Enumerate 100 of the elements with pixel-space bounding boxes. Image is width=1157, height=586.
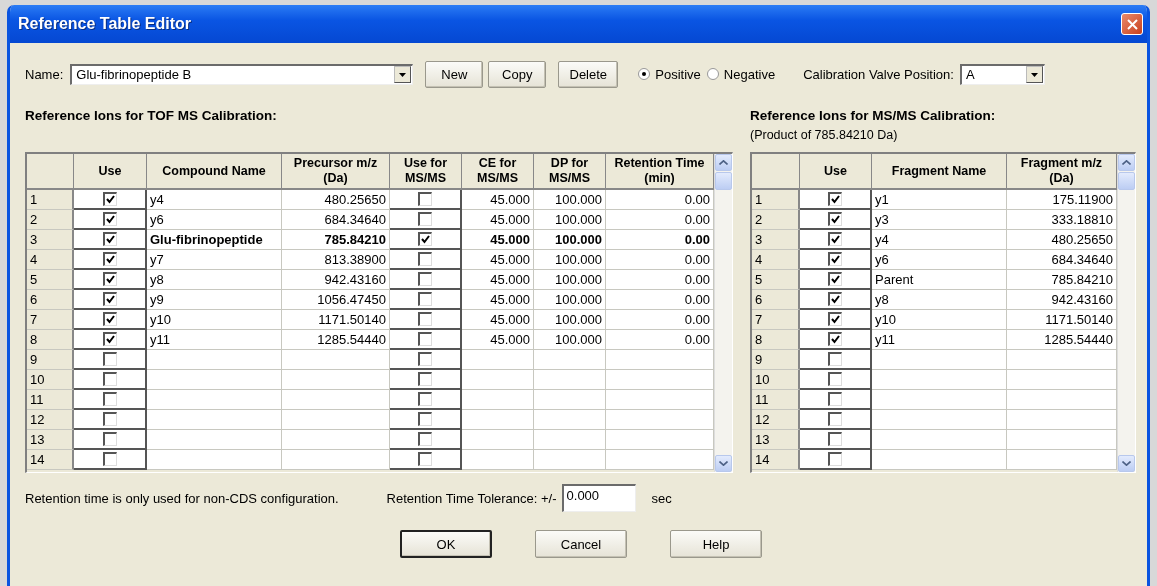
checkbox[interactable] xyxy=(828,232,842,246)
scrollbar-thumb[interactable] xyxy=(715,172,732,190)
table-cell: y8 xyxy=(872,290,1007,310)
checkbox[interactable] xyxy=(102,392,117,406)
checkbox[interactable] xyxy=(828,192,842,206)
scroll-down-button[interactable] xyxy=(1118,455,1135,472)
toolbar-button[interactable]: Copy xyxy=(488,60,547,88)
checkbox[interactable] xyxy=(828,432,842,446)
column-header: CE for MS/MS xyxy=(462,154,534,190)
table-cell: 1056.47450 xyxy=(282,290,390,310)
checkbox[interactable] xyxy=(828,292,842,306)
table-cell: 0.00 xyxy=(606,250,714,270)
dialog-button[interactable]: Help xyxy=(670,530,762,558)
row-number: 6 xyxy=(752,290,800,310)
checkbox[interactable] xyxy=(418,252,432,266)
checkbox[interactable] xyxy=(102,232,117,246)
row-number: 7 xyxy=(27,310,74,330)
checkbox[interactable] xyxy=(418,272,432,286)
close-icon[interactable] xyxy=(1121,13,1143,35)
table-cell: 0.00 xyxy=(606,290,714,310)
table-cell: 45.000 xyxy=(462,330,534,350)
checkbox[interactable] xyxy=(828,212,842,226)
row-number: 10 xyxy=(752,370,800,390)
checkbox[interactable] xyxy=(102,212,117,226)
checkbox[interactable] xyxy=(418,312,432,326)
checkbox[interactable] xyxy=(418,432,432,446)
scroll-up-button[interactable] xyxy=(1118,154,1135,171)
checkbox[interactable] xyxy=(828,392,842,406)
scroll-up-button[interactable] xyxy=(715,154,732,171)
column-header: Retention Time (min) xyxy=(606,154,714,190)
checkbox[interactable] xyxy=(418,452,432,466)
chevron-up-icon xyxy=(1122,160,1131,165)
dialog-button[interactable]: Cancel xyxy=(535,530,627,558)
table-cell: 0.00 xyxy=(606,210,714,230)
table-cell: y11 xyxy=(147,330,282,350)
table-cell: 45.000 xyxy=(462,210,534,230)
checkbox[interactable] xyxy=(828,412,842,426)
table-cell: y10 xyxy=(147,310,282,330)
table-cell: Parent xyxy=(872,270,1007,290)
checkbox[interactable] xyxy=(418,412,432,426)
checkbox[interactable] xyxy=(418,232,432,246)
checkbox[interactable] xyxy=(102,252,117,266)
row-number: 9 xyxy=(752,350,800,370)
table-cell: 100.000 xyxy=(534,330,606,350)
checkbox[interactable] xyxy=(418,212,432,226)
row-number: 13 xyxy=(752,430,800,450)
checkbox[interactable] xyxy=(418,392,432,406)
table-cell: y7 xyxy=(147,250,282,270)
table-cell: y11 xyxy=(872,330,1007,350)
table-cell: 684.34640 xyxy=(1007,250,1117,270)
checkbox[interactable] xyxy=(418,292,432,306)
checkbox[interactable] xyxy=(102,272,117,286)
checkbox[interactable] xyxy=(418,332,432,346)
column-header: Use xyxy=(74,154,147,190)
toolbar-button[interactable]: Delete xyxy=(558,60,619,88)
checkbox[interactable] xyxy=(102,452,117,466)
row-number: 5 xyxy=(27,270,74,290)
checkbox[interactable] xyxy=(102,292,117,306)
checkbox[interactable] xyxy=(828,272,842,286)
table-cell: y8 xyxy=(147,270,282,290)
row-number: 12 xyxy=(752,410,800,430)
chevron-down-icon xyxy=(719,461,728,466)
table-cell: 1171.50140 xyxy=(282,310,390,330)
checkbox[interactable] xyxy=(418,192,432,206)
table-cell: 100.000 xyxy=(534,230,606,250)
table-cell: 1171.50140 xyxy=(1007,310,1117,330)
scrollbar-thumb[interactable] xyxy=(1118,172,1135,190)
toolbar-button[interactable]: New xyxy=(425,60,484,88)
table-cell: 100.000 xyxy=(534,290,606,310)
checkbox[interactable] xyxy=(828,372,842,386)
checkbox[interactable] xyxy=(418,372,432,386)
row-number: 7 xyxy=(752,310,800,330)
checkbox[interactable] xyxy=(102,412,117,426)
checkbox[interactable] xyxy=(828,352,842,366)
checkbox[interactable] xyxy=(102,372,117,386)
tolerance-field[interactable]: 0.000 xyxy=(561,484,636,512)
table-cell: 45.000 xyxy=(462,230,534,250)
row-number: 10 xyxy=(27,370,74,390)
checkbox[interactable] xyxy=(102,432,117,446)
scroll-down-button[interactable] xyxy=(715,455,732,472)
checkbox[interactable] xyxy=(828,312,842,326)
checkbox[interactable] xyxy=(102,312,117,326)
dialog-button[interactable]: OK xyxy=(400,530,492,558)
table-cell: 100.000 xyxy=(534,270,606,290)
checkbox[interactable] xyxy=(828,332,842,346)
dropdown-field[interactable]: Glu-fibrinopeptide B xyxy=(70,63,414,85)
table-cell: 100.000 xyxy=(534,250,606,270)
row-number: 12 xyxy=(27,410,74,430)
checkbox[interactable] xyxy=(828,252,842,266)
checkbox[interactable] xyxy=(828,452,842,466)
dropdown-field[interactable]: A xyxy=(959,63,1045,85)
row-number: 6 xyxy=(27,290,74,310)
table-cell: y6 xyxy=(872,250,1007,270)
checkbox[interactable] xyxy=(102,332,117,346)
checkbox[interactable] xyxy=(102,192,117,206)
checkbox[interactable] xyxy=(418,352,432,366)
table-cell: 45.000 xyxy=(462,190,534,210)
radio-button[interactable]: Negative xyxy=(706,66,776,82)
checkbox[interactable] xyxy=(102,352,117,366)
radio-button[interactable]: Positive xyxy=(638,66,701,82)
